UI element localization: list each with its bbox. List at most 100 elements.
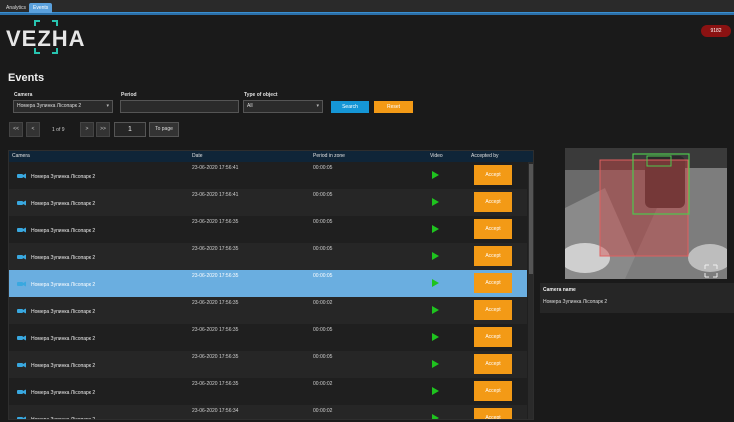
table-row[interactable]: Номера Зупинка Лісопарк 2 23-06-2020 17:5…	[9, 243, 527, 270]
table-row[interactable]: Номера Зупинка Лісопарк 2 23-06-2020 17:5…	[9, 216, 527, 243]
row-camera: Номера Зупинка Лісопарк 2	[31, 255, 96, 261]
camera-icon	[17, 308, 26, 314]
table-header: Camera Date Period in zone Video Accepte…	[9, 151, 533, 162]
chevron-down-icon: ▾	[106, 103, 109, 109]
table-scrollbar[interactable]	[528, 162, 533, 419]
row-date: 23-06-2020 17:56:35	[192, 300, 239, 306]
table-row[interactable]: Номера Зупинка Лісопарк 2 23-06-2020 17:5…	[9, 324, 527, 351]
row-period: 00:00:05	[313, 354, 333, 360]
type-select[interactable]: All ▾	[243, 100, 323, 113]
row-date: 23-06-2020 17:56:41	[192, 192, 239, 198]
camera-select-value: Номера Зупинка Лісопарк 2	[17, 103, 82, 109]
play-icon[interactable]	[432, 225, 439, 233]
first-page-button[interactable]: <<	[9, 122, 23, 137]
page-info: 1 of 9	[52, 127, 65, 133]
camera-icon	[17, 227, 26, 233]
table-row[interactable]: Номера Зупинка Лісопарк 2 23-06-2020 17:5…	[9, 270, 527, 297]
play-icon[interactable]	[432, 279, 439, 287]
accept-button[interactable]: Accept	[474, 354, 512, 374]
play-icon[interactable]	[432, 387, 439, 395]
tab-bar: Analytics Events	[0, 0, 734, 13]
accept-button[interactable]: Accept	[474, 246, 512, 266]
next-page-button[interactable]: >	[80, 122, 94, 137]
table-row[interactable]: Номера Зупинка Лісопарк 2 23-06-2020 17:5…	[9, 189, 527, 216]
camera-icon	[17, 281, 26, 287]
camera-icon	[17, 335, 26, 341]
status-badge[interactable]: 9182	[701, 25, 731, 37]
type-filter-label: Type of object	[244, 92, 278, 98]
row-period: 00:00:02	[313, 408, 333, 414]
row-period: 00:00:05	[313, 165, 333, 171]
column-header-accepted-by[interactable]: Accepted by	[471, 151, 499, 162]
table-body: Номера Зупинка Лісопарк 2 23-06-2020 17:5…	[9, 162, 527, 420]
events-table: Camera Date Period in zone Video Accepte…	[8, 150, 534, 420]
play-icon[interactable]	[432, 198, 439, 206]
camera-name-label: Camera name	[543, 287, 576, 293]
play-icon[interactable]	[432, 360, 439, 368]
row-period: 00:00:02	[313, 381, 333, 387]
scrollbar-thumb[interactable]	[529, 164, 533, 274]
chevron-down-icon: ▾	[316, 103, 319, 109]
play-icon[interactable]	[432, 333, 439, 341]
row-date: 23-06-2020 17:56:35	[192, 381, 239, 387]
search-button[interactable]: Search	[331, 101, 369, 113]
row-camera: Номера Зупинка Лісопарк 2	[31, 363, 96, 369]
play-icon[interactable]	[432, 306, 439, 314]
row-date: 23-06-2020 17:56:35	[192, 273, 239, 279]
row-camera: Номера Зупинка Лісопарк 2	[31, 174, 96, 180]
tab-events[interactable]: Events	[29, 3, 53, 13]
play-icon[interactable]	[432, 171, 439, 179]
camera-preview[interactable]	[565, 148, 727, 279]
row-period: 00:00:05	[313, 219, 333, 225]
camera-select[interactable]: Номера Зупинка Лісопарк 2 ▾	[13, 100, 113, 113]
column-header-date[interactable]: Date	[192, 151, 203, 162]
row-period: 00:00:05	[313, 273, 333, 279]
accept-button[interactable]: Accept	[474, 381, 512, 401]
page-number-input[interactable]: 1	[114, 122, 146, 137]
row-date: 23-06-2020 17:56:35	[192, 327, 239, 333]
brand-name: VEZHA	[6, 26, 86, 51]
accept-button[interactable]: Accept	[474, 327, 512, 347]
tab-analytics[interactable]: Analytics	[2, 3, 30, 13]
row-period: 00:00:05	[313, 327, 333, 333]
row-camera: Номера Зупинка Лісопарк 2	[31, 417, 96, 420]
table-row[interactable]: Номера Зупинка Лісопарк 2 23-06-2020 17:5…	[9, 378, 527, 405]
camera-icon	[17, 362, 26, 368]
table-row[interactable]: Номера Зупинка Лісопарк 2 23-06-2020 17:5…	[9, 351, 527, 378]
accept-button[interactable]: Accept	[474, 273, 512, 293]
camera-details-panel: Camera name Номера Зупинка Лісопарк 2	[540, 283, 734, 313]
brand-logo: VEZHA	[6, 20, 85, 60]
period-filter-label: Period	[121, 92, 137, 98]
table-row[interactable]: Номера Зупинка Лісопарк 2 23-06-2020 17:5…	[9, 297, 527, 324]
last-page-button[interactable]: >>	[96, 122, 110, 137]
accept-button[interactable]: Accept	[474, 408, 512, 419]
table-row[interactable]: Номера Зупинка Лісопарк 2 23-06-2020 17:5…	[9, 162, 527, 189]
play-icon[interactable]	[432, 252, 439, 260]
accept-button[interactable]: Accept	[474, 192, 512, 212]
camera-icon	[17, 254, 26, 260]
row-camera: Номера Зупинка Лісопарк 2	[31, 336, 96, 342]
reset-button[interactable]: Reset	[374, 101, 413, 113]
row-camera: Номера Зупинка Лісопарк 2	[31, 201, 96, 207]
play-icon[interactable]	[432, 414, 439, 419]
accept-button[interactable]: Accept	[474, 300, 512, 320]
table-row[interactable]: Номера Зупинка Лісопарк 2 23-06-2020 17:5…	[9, 405, 527, 420]
row-date: 23-06-2020 17:56:34	[192, 408, 239, 414]
accept-button[interactable]: Accept	[474, 219, 512, 239]
column-header-period[interactable]: Period in zone	[313, 151, 345, 162]
period-input[interactable]	[120, 100, 239, 113]
camera-filter-label: Camera	[14, 92, 33, 98]
row-period: 00:00:05	[313, 246, 333, 252]
row-camera: Номера Зупинка Лісопарк 2	[31, 228, 96, 234]
row-camera: Номера Зупинка Лісопарк 2	[31, 282, 96, 288]
row-date: 23-06-2020 17:56:35	[192, 219, 239, 225]
to-page-button[interactable]: To page	[149, 122, 179, 137]
row-camera: Номера Зупинка Лісопарк 2	[31, 390, 96, 396]
accept-button[interactable]: Accept	[474, 165, 512, 185]
prev-page-button[interactable]: <	[26, 122, 40, 137]
column-header-video[interactable]: Video	[430, 151, 443, 162]
row-date: 23-06-2020 17:56:35	[192, 354, 239, 360]
camera-name-value: Номера Зупинка Лісопарк 2	[543, 299, 608, 305]
column-header-camera[interactable]: Camera	[12, 151, 30, 162]
header-divider	[0, 13, 734, 15]
